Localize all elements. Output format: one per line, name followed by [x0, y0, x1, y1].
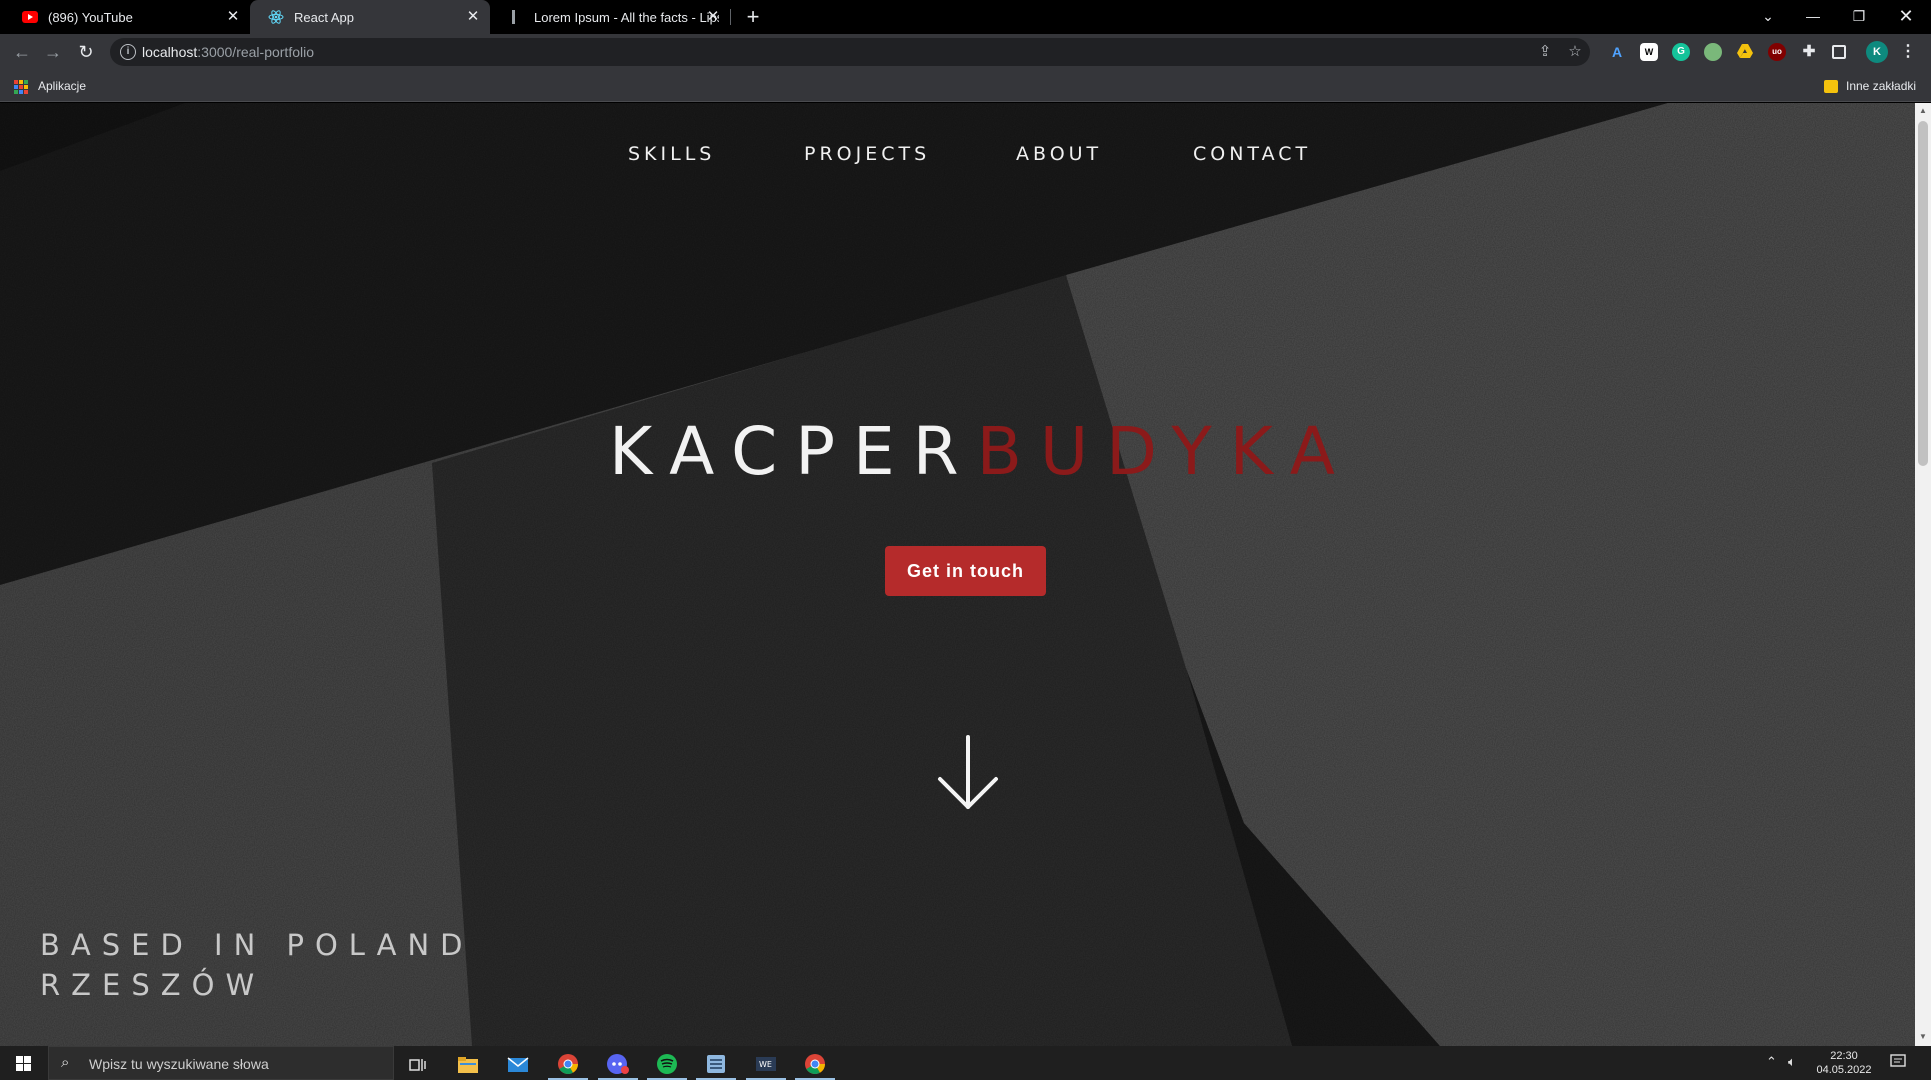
close-tab-icon[interactable]: ✕ [464, 8, 482, 26]
share-icon[interactable]: ⇪ [1536, 43, 1554, 61]
hero-name: KACPERBUDYKA [609, 413, 1353, 493]
tab-title: Lorem Ipsum - All the facts - Lips [534, 9, 719, 25]
extensions-puzzle-icon[interactable]: ✚ [1800, 43, 1818, 61]
restore-button[interactable]: ❐ [1836, 0, 1882, 34]
bookmark-apps[interactable]: Aplikacje [38, 79, 86, 93]
grammarly-icon[interactable]: G [1672, 43, 1690, 61]
hero-last-name: BUDYKA [976, 413, 1353, 490]
windows-taskbar: ⌕ Wpisz tu wyszukiwane słowa WE ⌃ 🔈︎ 22:… [0, 1046, 1931, 1080]
youtube-icon [22, 9, 38, 25]
location-line-2: RZESZÓW [40, 968, 266, 1002]
get-in-touch-button[interactable]: Get in touch [885, 546, 1046, 596]
browser-tab-bar: (896) YouTube ✕ React App ✕ Lorem Ipsum … [0, 0, 1931, 34]
apps-grid-icon[interactable] [14, 80, 28, 94]
side-panel-icon[interactable] [1832, 45, 1846, 59]
scroll-down-arrow-icon[interactable] [934, 735, 1002, 811]
reload-button[interactable]: ↻ [74, 40, 98, 64]
address-bar[interactable]: i localhost:3000/real-portfolio ⇪ ☆ [110, 38, 1590, 66]
hero-first-name: KACPER [609, 413, 977, 490]
scroll-up-icon[interactable]: ▲ [1918, 105, 1928, 117]
tab-separator [730, 9, 731, 25]
bookmark-star-icon[interactable]: ☆ [1566, 43, 1584, 61]
forward-button[interactable]: → [41, 40, 65, 64]
file-explorer-icon[interactable] [448, 1049, 488, 1080]
spotify-icon[interactable] [647, 1049, 687, 1080]
close-window-button[interactable]: ✕ [1883, 0, 1929, 34]
new-tab-button[interactable]: + [740, 4, 766, 30]
extension-a-icon[interactable]: A [1608, 43, 1626, 61]
browser-toolbar: ← → ↻ i localhost:3000/real-portfolio ⇪ … [0, 34, 1931, 70]
scrollbar-thumb[interactable] [1918, 121, 1928, 466]
chrome-icon[interactable] [548, 1049, 588, 1080]
taskbar-clock[interactable]: 22:30 04.05.2022 [1812, 1049, 1876, 1077]
react-icon [268, 9, 284, 25]
minimize-button[interactable]: — [1790, 0, 1836, 34]
nav-contact[interactable]: CONTACT [1193, 143, 1311, 165]
folder-icon [1824, 80, 1838, 93]
nav-skills[interactable]: SKILLS [628, 143, 715, 165]
discord-icon[interactable] [598, 1049, 638, 1080]
bookmarks-bar: Aplikacje Inne zakładki [0, 70, 1931, 102]
drive-icon[interactable] [1736, 43, 1754, 61]
bookmark-other[interactable]: Inne zakładki [1846, 79, 1916, 93]
tab-lorem-ipsum[interactable]: Lorem Ipsum - All the facts - Lips ✕ [490, 0, 730, 34]
page-scrollbar[interactable]: ▲ ▼ [1915, 103, 1931, 1046]
notifications-icon[interactable] [1890, 1053, 1906, 1072]
svg-text:WE: WE [759, 1060, 772, 1069]
back-button[interactable]: ← [10, 40, 34, 64]
location-line-1: BASED IN POLAND [40, 928, 474, 962]
tab-title: React App [294, 9, 354, 25]
close-tab-icon[interactable]: ✕ [704, 8, 722, 26]
nav-projects[interactable]: PROJECTS [804, 143, 930, 165]
url-text: localhost:3000/real-portfolio [142, 44, 314, 60]
tray-chevron-up-icon[interactable]: ⌃ [1766, 1054, 1777, 1070]
extension-circle-icon[interactable] [1704, 43, 1722, 61]
ublock-icon[interactable]: uo [1768, 43, 1786, 61]
url-path: :3000/real-portfolio [197, 44, 315, 60]
clock-date: 04.05.2022 [1816, 1064, 1872, 1076]
chrome-icon[interactable] [795, 1049, 835, 1080]
taskbar-search[interactable]: ⌕ Wpisz tu wyszukiwane słowa [48, 1046, 394, 1080]
task-view-icon[interactable] [398, 1049, 438, 1080]
extension-w-icon[interactable]: W [1640, 43, 1658, 61]
windows-start-button[interactable] [0, 1046, 48, 1080]
nav-about[interactable]: ABOUT [1016, 143, 1102, 165]
windows-logo-icon [16, 1056, 31, 1071]
search-placeholder: Wpisz tu wyszukiwane słowa [89, 1056, 269, 1072]
mail-icon[interactable] [498, 1049, 538, 1080]
lipsum-icon [508, 9, 524, 25]
tab-search-icon[interactable]: ⌄ [1745, 0, 1791, 34]
jetbrains-icon[interactable]: WE [746, 1049, 786, 1080]
close-tab-icon[interactable]: ✕ [224, 8, 242, 26]
tab-title: (896) YouTube [48, 9, 133, 25]
portfolio-page: SKILLS PROJECTS ABOUT CONTACT KACPERBUDY… [0, 103, 1915, 1046]
screen: (896) YouTube ✕ React App ✕ Lorem Ipsum … [0, 0, 1931, 1080]
clock-time: 22:30 [1830, 1050, 1858, 1062]
tab-youtube[interactable]: (896) YouTube ✕ [4, 0, 250, 34]
url-host: localhost [142, 44, 198, 60]
site-info-icon[interactable]: i [120, 44, 136, 60]
tab-react-app[interactable]: React App ✕ [250, 0, 490, 34]
scroll-down-icon[interactable]: ▼ [1918, 1031, 1928, 1043]
volume-icon[interactable]: 🔈︎ [1788, 1054, 1796, 1070]
notepad-icon[interactable] [696, 1049, 736, 1080]
search-icon: ⌕ [61, 1054, 70, 1071]
main-nav: SKILLS PROJECTS ABOUT CONTACT [0, 143, 1915, 173]
menu-kebab-icon[interactable]: ⋮ [1899, 43, 1917, 61]
profile-avatar[interactable]: K [1866, 41, 1888, 63]
